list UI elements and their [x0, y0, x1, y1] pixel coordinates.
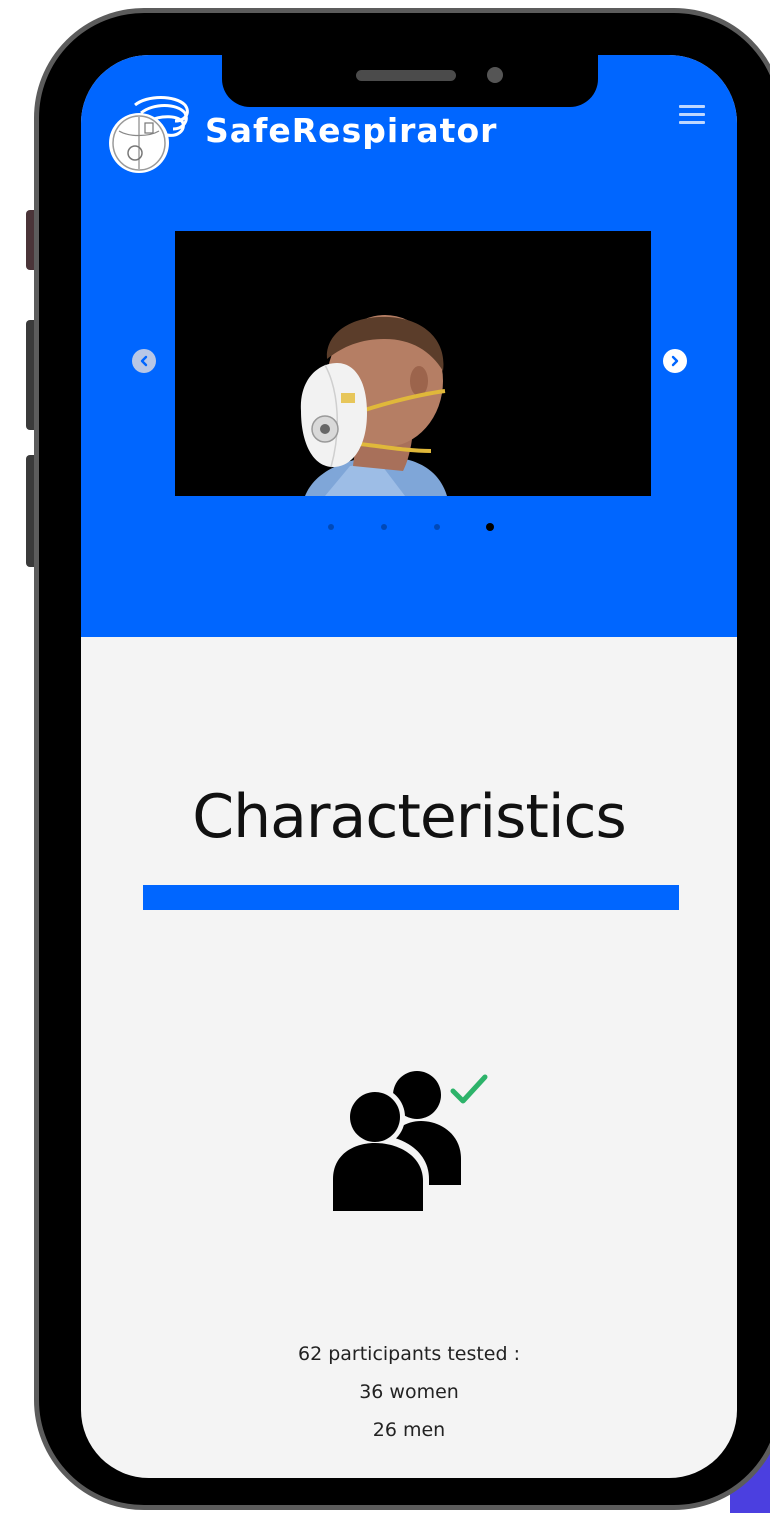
phone-camera [487, 67, 503, 83]
carousel-next-button[interactable] [663, 349, 687, 373]
brand-name[interactable]: SafeRespirator [205, 111, 497, 151]
hamburger-menu-icon[interactable] [679, 105, 709, 127]
participants-stats: 62 participants tested : 36 women 26 men [81, 1335, 737, 1449]
stats-men: 26 men [372, 1419, 446, 1441]
carousel-prev-button[interactable] [132, 349, 156, 373]
hero-section: SafeRespirator [81, 55, 737, 637]
respirator-mask-logo-icon[interactable] [105, 91, 191, 177]
carousel-indicators [81, 523, 737, 534]
title-underline [143, 885, 679, 910]
carousel-indicator-2[interactable] [381, 524, 387, 530]
phone-speaker [356, 70, 456, 81]
carousel-slide [175, 231, 651, 496]
carousel-indicator-1[interactable] [328, 524, 334, 530]
carousel-indicator-4-active[interactable] [486, 523, 494, 531]
man-wearing-respirator-photo [175, 231, 651, 496]
phone-screen: SafeRespirator Characteristics 62 partic… [81, 55, 737, 1478]
participants-check-icon [329, 1071, 488, 1213]
stats-women: 36 women [359, 1381, 459, 1403]
chevron-left-icon [140, 355, 148, 367]
stats-total: 62 participants tested : [298, 1343, 520, 1365]
chevron-right-icon [671, 355, 679, 367]
carousel-indicator-3[interactable] [434, 524, 440, 530]
characteristics-title: Characteristics [192, 782, 627, 852]
phone-notch [222, 55, 598, 107]
